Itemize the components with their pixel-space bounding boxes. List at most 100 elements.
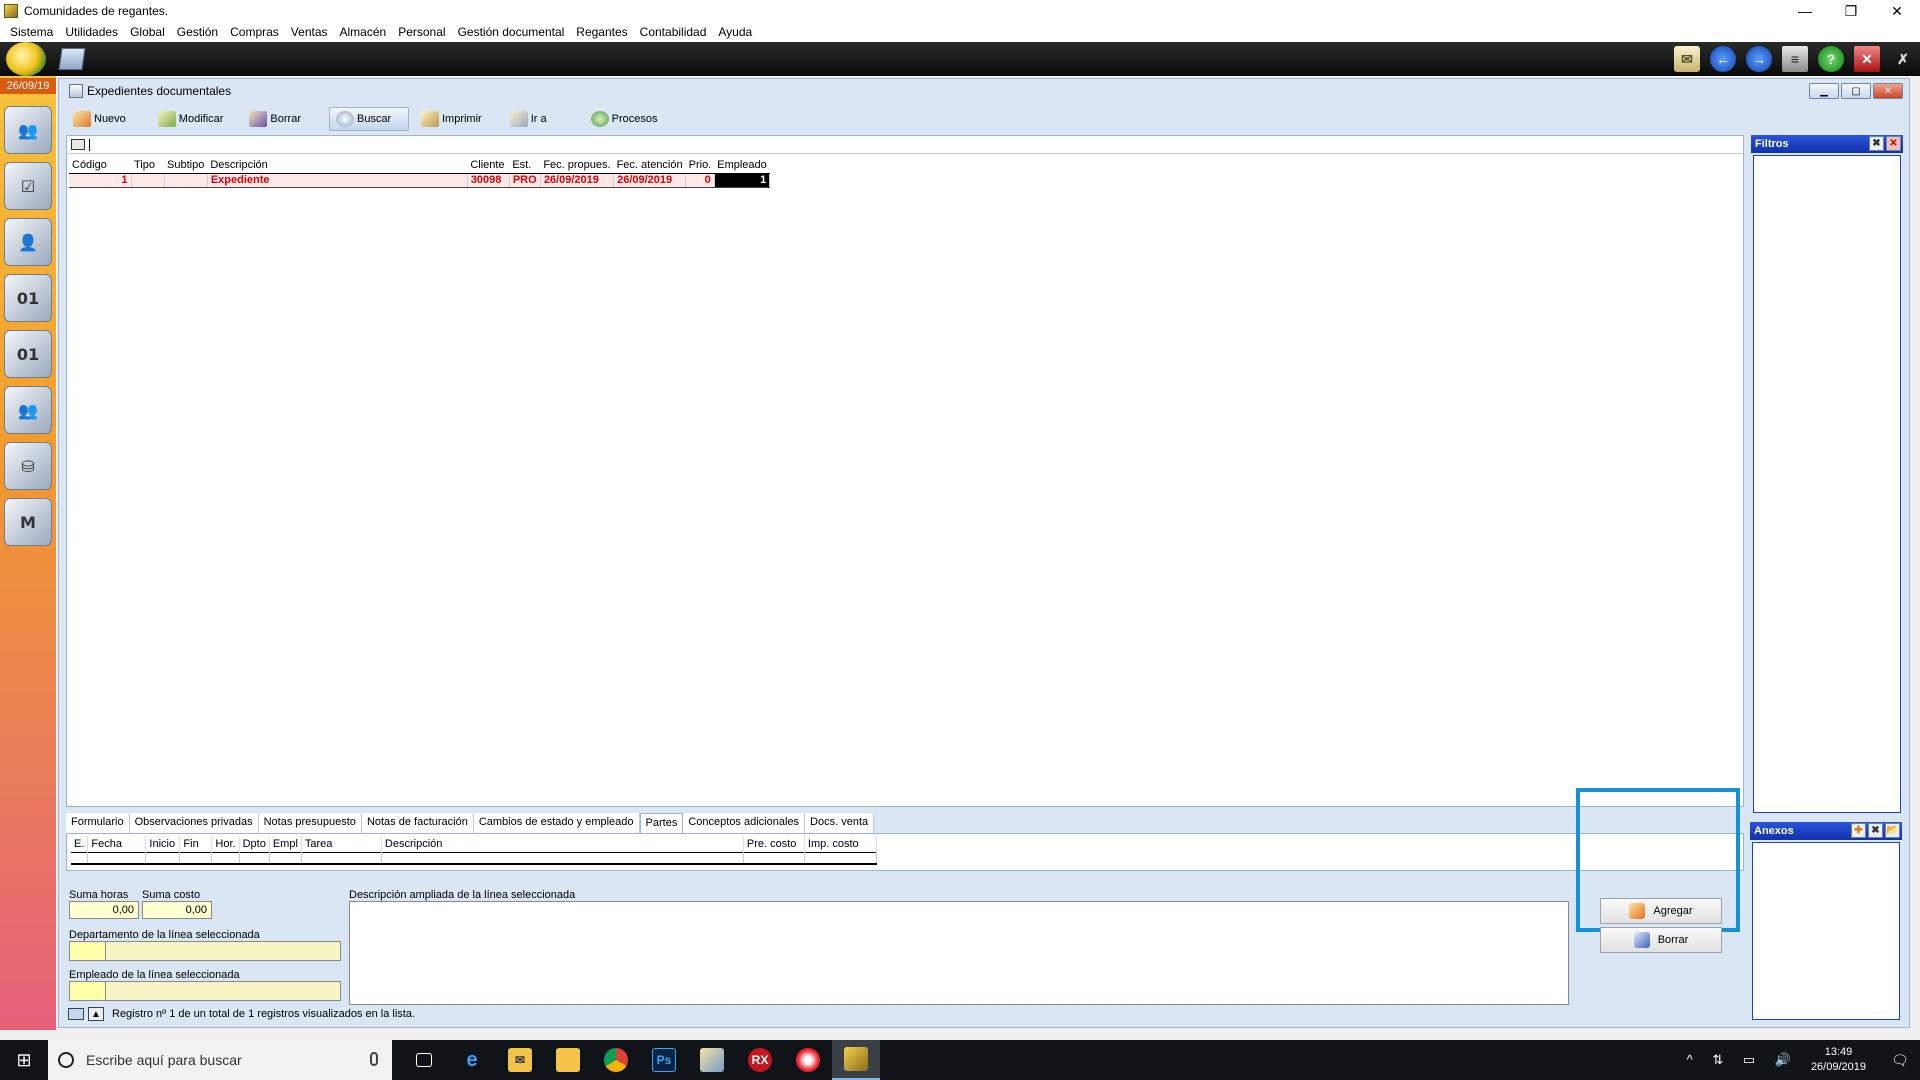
buscar-button[interactable]: Buscar <box>328 107 409 131</box>
menu-regantes[interactable]: Regantes <box>570 25 633 39</box>
firefox-like-icon[interactable] <box>784 1040 832 1080</box>
col-fec-atencion[interactable]: Fec. atención <box>613 157 686 174</box>
col-hor[interactable]: Hor. <box>211 836 240 852</box>
sub-maximize-button[interactable]: ▢ <box>1841 83 1871 99</box>
microphone-icon[interactable] <box>370 1052 378 1066</box>
tray-icons[interactable]: ^ ⇅ ▭ 🔊 <box>1687 1052 1799 1068</box>
windows-start-icon[interactable]: ⊞ <box>0 1040 48 1080</box>
tab-partes[interactable]: Partes <box>639 813 684 833</box>
col-est[interactable]: Est. <box>509 157 541 174</box>
list-icon[interactable]: ≡ <box>1782 46 1808 72</box>
col-prio[interactable]: Prio. <box>685 157 715 174</box>
anexos-open-icon[interactable]: 📂 <box>1885 823 1900 838</box>
database-tools-icon[interactable]: ⛁ <box>4 442 52 490</box>
menu-contabilidad[interactable]: Contabilidad <box>634 25 713 39</box>
menu-global[interactable]: Global <box>124 25 171 39</box>
descripcion-ampliada-textarea[interactable] <box>349 901 1569 1005</box>
menu-sistema[interactable]: Sistema <box>4 25 59 39</box>
agregar-button[interactable]: Agregar <box>1600 898 1722 924</box>
col-tarea[interactable]: Tarea <box>301 836 382 852</box>
contacts-icon[interactable]: 👥 <box>4 386 52 434</box>
minimize-button[interactable]: — <box>1782 0 1828 22</box>
mail-icon[interactable]: ✉ <box>1674 46 1700 72</box>
sub-minimize-button[interactable]: ▁ <box>1809 83 1839 99</box>
ira-button[interactable]: Ir a <box>504 107 555 131</box>
tasks-icon[interactable]: ☑ <box>4 162 52 210</box>
col-empleado[interactable]: Empleado <box>714 157 770 174</box>
menu-utilidades[interactable]: Utilidades <box>59 25 124 39</box>
edge-icon[interactable]: e <box>448 1040 496 1080</box>
col-e[interactable]: E. <box>71 836 89 852</box>
person-icon[interactable]: 👤 <box>4 218 52 266</box>
borrar-linea-button[interactable]: Borrar <box>1600 927 1722 953</box>
menu-ayuda[interactable]: Ayuda <box>712 25 758 39</box>
col-codigo[interactable]: Código <box>69 157 131 174</box>
filtros-close-icon[interactable]: ✕ <box>1886 136 1901 151</box>
keyboard-icon[interactable] <box>71 139 85 150</box>
col-dpto[interactable]: Dpto <box>239 836 270 852</box>
menu-personal[interactable]: Personal <box>392 25 451 39</box>
filter-row[interactable] <box>67 136 1743 154</box>
col-descripcion-linea[interactable]: Descripción <box>381 836 744 852</box>
chrome-icon[interactable] <box>592 1040 640 1080</box>
imprimir-button[interactable]: Imprimir <box>415 107 490 131</box>
restore-button[interactable]: ❐ <box>1828 0 1874 22</box>
col-fec-propues[interactable]: Fec. propues. <box>540 157 614 174</box>
db-01b-icon[interactable]: 01 <box>4 330 52 378</box>
anexos-remove-icon[interactable]: ✖ <box>1868 823 1883 838</box>
empleado-field[interactable] <box>69 981 341 1001</box>
departamento-field[interactable] <box>69 941 341 961</box>
filtros-clear-icon[interactable]: ✖ <box>1869 136 1884 151</box>
task-view-icon[interactable] <box>400 1040 448 1080</box>
menu-almacen[interactable]: Almacén <box>334 25 393 39</box>
col-inicio[interactable]: Inicio <box>145 836 181 852</box>
tab-docs-venta[interactable]: Docs. venta <box>805 813 875 833</box>
collapse-up-icon[interactable]: ▲ <box>88 1007 104 1021</box>
rx-icon[interactable]: RX <box>736 1040 784 1080</box>
procesos-button[interactable]: Procesos <box>585 107 666 131</box>
back-arrow-icon[interactable]: ← <box>1710 46 1736 72</box>
table-row[interactable]: 1 Expediente 30098 PRO 26/09/2019 26/09/… <box>69 173 771 188</box>
app-doc-icon[interactable] <box>688 1040 736 1080</box>
users-icon[interactable]: 👥 <box>4 106 52 154</box>
file-explorer-icon[interactable] <box>544 1040 592 1080</box>
menu-gestion-documental[interactable]: Gestión documental <box>452 25 571 39</box>
col-cliente[interactable]: Cliente <box>467 157 510 174</box>
menu-ventas[interactable]: Ventas <box>285 25 334 39</box>
sub-close-button[interactable]: ✕ <box>1873 83 1903 99</box>
forward-arrow-icon[interactable]: → <box>1746 46 1772 72</box>
taskbar-clock[interactable]: 13:49 26/09/2019 <box>1811 1045 1866 1075</box>
regantes-app-icon[interactable] <box>832 1040 880 1080</box>
taskbar-search-box[interactable]: Escribe aquí para buscar <box>48 1040 392 1080</box>
col-fecha[interactable]: Fecha <box>87 836 147 852</box>
tab-notas-presupuesto[interactable]: Notas presupuesto <box>258 813 362 833</box>
menu-gestion[interactable]: Gestión <box>171 25 224 39</box>
modificar-button[interactable]: Modificar <box>152 107 232 131</box>
help-icon[interactable]: ? <box>1818 46 1844 72</box>
close-button[interactable]: ✕ <box>1874 0 1920 22</box>
exit-icon[interactable]: ✗ <box>1890 46 1916 72</box>
document-icon[interactable] <box>58 48 86 70</box>
col-tipo[interactable]: Tipo <box>131 157 164 174</box>
tab-formulario[interactable]: Formulario <box>66 813 130 833</box>
menu-compras[interactable]: Compras <box>224 25 285 39</box>
col-pre-costo[interactable]: Pre. costo <box>743 836 805 852</box>
tab-notas-facturacion[interactable]: Notas de facturación <box>361 813 474 833</box>
col-subtipo[interactable]: Subtipo <box>164 157 208 174</box>
globe-logo-icon[interactable] <box>6 42 46 76</box>
nuevo-button[interactable]: Nuevo <box>67 107 134 131</box>
tab-conceptos-adicionales[interactable]: Conceptos adicionales <box>683 813 806 833</box>
notification-icon[interactable]: 🗨 <box>1880 1040 1920 1080</box>
tab-cambios-estado[interactable]: Cambios de estado y empleado <box>473 813 640 833</box>
mx-icon[interactable]: M <box>4 498 52 546</box>
borrar-button[interactable]: Borrar <box>243 107 309 131</box>
col-descripcion[interactable]: Descripción <box>207 157 468 174</box>
photoshop-icon[interactable]: Ps <box>640 1040 688 1080</box>
tab-observaciones-privadas[interactable]: Observaciones privadas <box>129 813 259 833</box>
db-01-icon[interactable]: 01 <box>4 274 52 322</box>
anexos-add-icon[interactable]: ✚ <box>1851 823 1866 838</box>
mail-folder-icon[interactable]: ✉ <box>496 1040 544 1080</box>
col-fin[interactable]: Fin <box>179 836 213 852</box>
col-empl[interactable]: Empl <box>269 836 302 852</box>
close-icon[interactable]: ✕ <box>1854 46 1880 72</box>
